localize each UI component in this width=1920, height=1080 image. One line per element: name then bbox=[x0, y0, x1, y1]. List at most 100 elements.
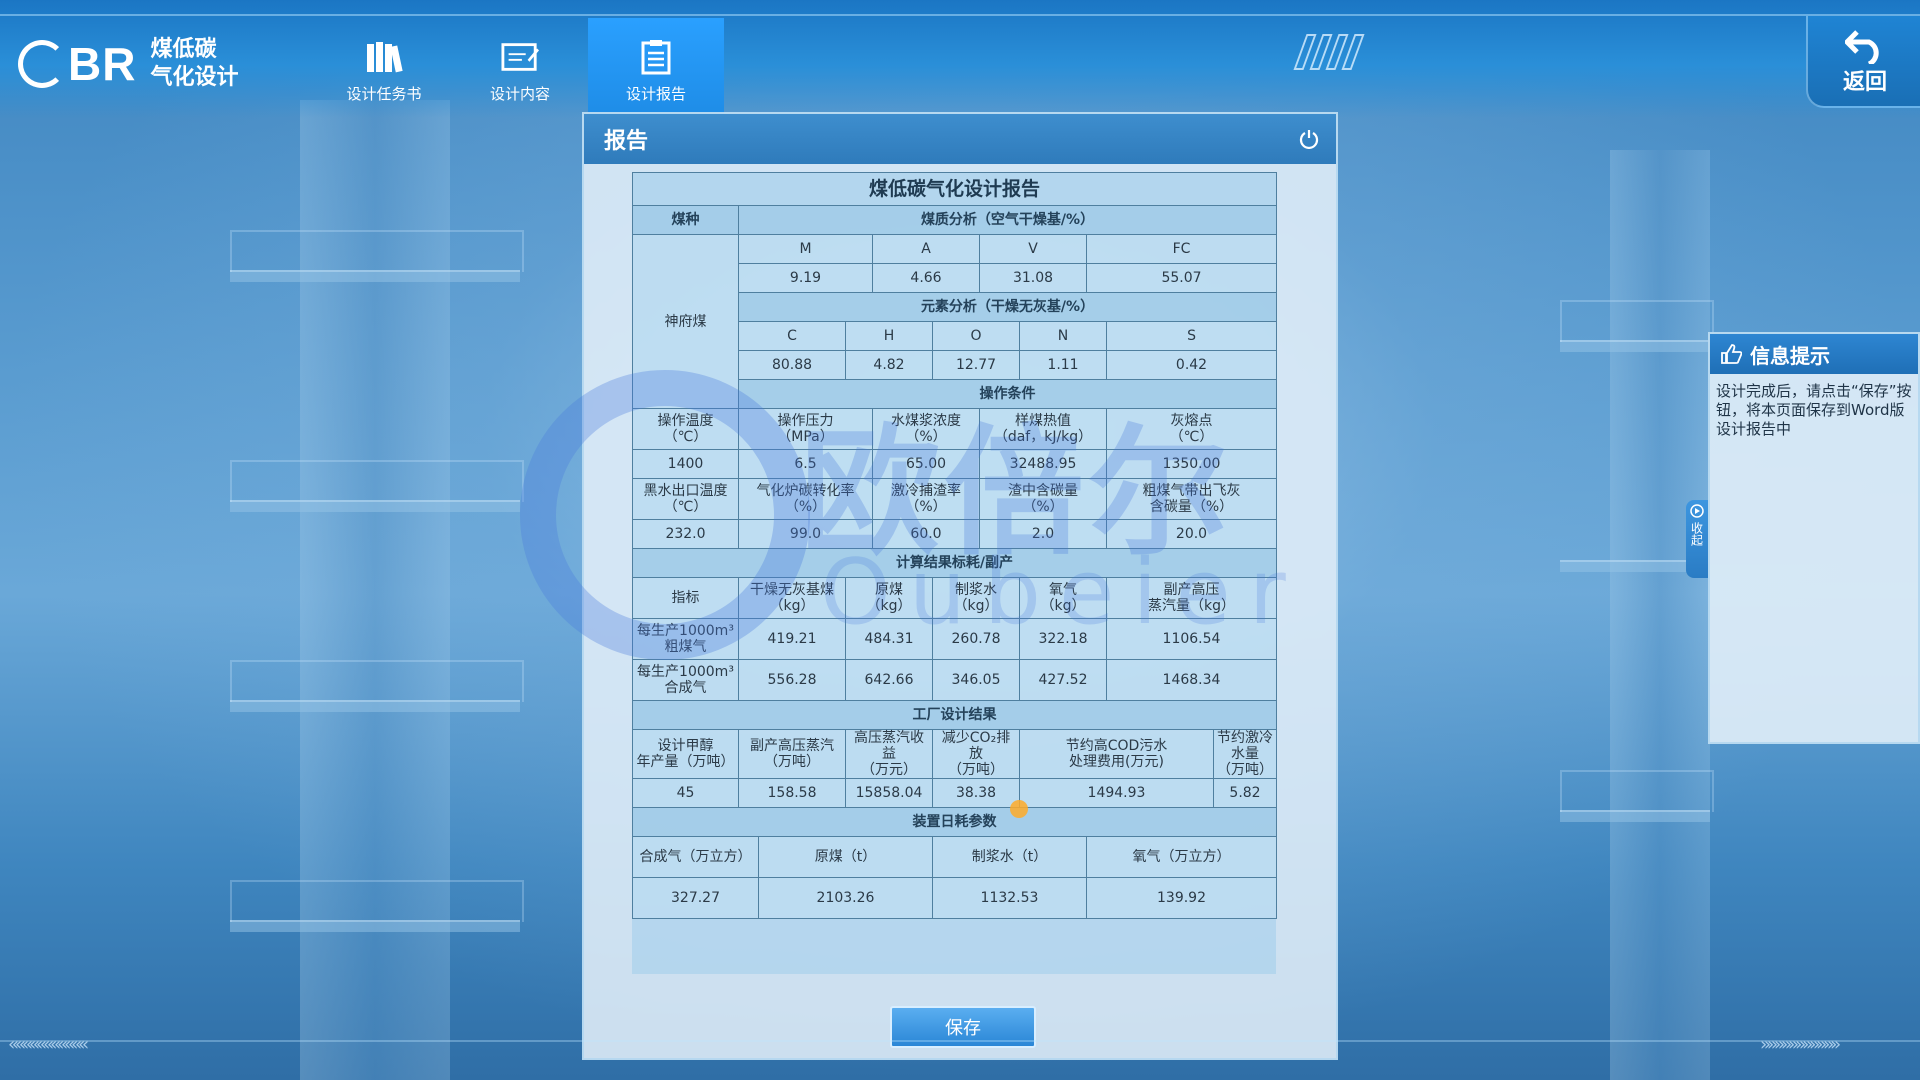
op-val: 6.5 bbox=[738, 449, 873, 479]
proximate-header: 煤质分析（空气干燥基/%） bbox=[737, 205, 1278, 235]
logo-c-mark-icon bbox=[18, 40, 66, 88]
nav-design-task[interactable]: 设计任务书 bbox=[316, 18, 452, 118]
collapse-tab[interactable]: 收起 bbox=[1686, 500, 1708, 578]
nav-label: 设计任务书 bbox=[346, 85, 422, 103]
left-rail bbox=[230, 660, 524, 702]
ultimate-val: 0.42 bbox=[1105, 350, 1278, 380]
calc-val: 556.28 bbox=[738, 659, 846, 701]
report-title: 煤低碳气化设计报告 bbox=[631, 172, 1278, 206]
nav-design-report[interactable]: 设计报告 bbox=[588, 18, 724, 118]
op-val: 32488.95 bbox=[979, 449, 1107, 479]
op-val: 60.0 bbox=[872, 519, 980, 549]
calc-val: 260.78 bbox=[932, 618, 1020, 660]
report-table-container: 煤低碳气化设计报告 煤种 煤质分析（空气干燥基/%） 神府煤 M A V FC … bbox=[631, 172, 1278, 974]
op-val: 20.0 bbox=[1105, 519, 1278, 549]
logo-text: BR bbox=[68, 38, 137, 90]
calc-val: 1106.54 bbox=[1105, 618, 1278, 660]
op-val: 99.0 bbox=[738, 519, 873, 549]
right-rail bbox=[1560, 300, 1714, 342]
plant-val: 38.38 bbox=[932, 778, 1020, 808]
calc-val: 427.52 bbox=[1019, 659, 1107, 701]
document-edit-icon bbox=[501, 39, 539, 75]
ultimate-val: 1.11 bbox=[1019, 350, 1107, 380]
op-label: 样煤热值 （daf，kJ/kg） bbox=[979, 408, 1107, 450]
daily-val: 327.27 bbox=[632, 877, 759, 919]
back-arrow-icon bbox=[1845, 30, 1879, 64]
ultimate-header: 元素分析（干燥无灰基/%） bbox=[737, 292, 1278, 322]
calc-val: 322.18 bbox=[1019, 618, 1107, 660]
app-title: 煤低碳 气化设计 bbox=[150, 36, 238, 92]
daily-val: 2103.26 bbox=[758, 877, 933, 919]
ultimate-col: O bbox=[932, 321, 1020, 351]
proximate-val: 4.66 bbox=[872, 263, 980, 293]
plant-col: 副产高压蒸汽 （万吨） bbox=[738, 729, 846, 779]
calc-val: 484.31 bbox=[845, 618, 933, 660]
ultimate-col: H bbox=[845, 321, 933, 351]
daily-col: 制浆水（t） bbox=[932, 836, 1087, 878]
app-logo: BR 煤低碳 气化设计 bbox=[18, 36, 238, 92]
ultimate-val: 4.82 bbox=[845, 350, 933, 380]
thumbs-up-icon bbox=[1721, 344, 1742, 364]
top-bar bbox=[0, 0, 1920, 118]
plant-val: 5.82 bbox=[1212, 778, 1278, 808]
nav-design-content[interactable]: 设计内容 bbox=[452, 18, 588, 118]
play-circle-icon bbox=[1690, 504, 1704, 518]
calc-row-label: 每生产1000m³ 粗煤气 bbox=[632, 618, 739, 660]
calc-col: 干燥无灰基煤 （kg） bbox=[738, 577, 846, 619]
op-label: 水煤浆浓度 （%） bbox=[872, 408, 980, 450]
op-val: 65.00 bbox=[872, 449, 980, 479]
op-val: 1350.00 bbox=[1105, 449, 1278, 479]
plant-col: 设计甲醇 年产量（万吨） bbox=[632, 729, 739, 779]
plant-col: 减少CO₂排放 （万吨） bbox=[932, 729, 1020, 779]
calc-index-label: 指标 bbox=[632, 577, 739, 619]
left-chevrons-icon: ««««««««««« bbox=[8, 1034, 89, 1055]
calc-header: 计算结果标耗/副产 bbox=[631, 548, 1278, 578]
nav-label: 设计报告 bbox=[625, 85, 686, 103]
op-label: 操作压力 （MPa） bbox=[738, 408, 873, 450]
left-rail bbox=[230, 230, 524, 272]
calc-col: 氧气 （kg） bbox=[1019, 577, 1107, 619]
daily-col: 原煤（t） bbox=[758, 836, 933, 878]
plant-val: 45 bbox=[632, 778, 739, 808]
clipboard-icon bbox=[637, 39, 675, 75]
calc-val: 642.66 bbox=[845, 659, 933, 701]
calc-val: 419.21 bbox=[738, 618, 846, 660]
info-header: 信息提示 bbox=[1710, 334, 1918, 374]
power-icon[interactable] bbox=[1298, 128, 1320, 150]
proximate-col: A bbox=[872, 234, 980, 264]
collapse-label: 收起 bbox=[1689, 522, 1704, 546]
info-text: 设计完成后，请点击“保存”按钮，将本页面保存到Word版设计报告中 bbox=[1716, 382, 1912, 438]
proximate-col: FC bbox=[1085, 234, 1278, 264]
calc-col: 制浆水 （kg） bbox=[932, 577, 1020, 619]
info-panel: 信息提示 设计完成后，请点击“保存”按钮，将本页面保存到Word版设计报告中 bbox=[1708, 332, 1920, 744]
op-label: 灰熔点 （℃） bbox=[1105, 408, 1278, 450]
cursor-highlight bbox=[1010, 800, 1028, 818]
right-chevrons-icon: »»»»»»»»»»» bbox=[1760, 1034, 1841, 1055]
op-label: 气化炉碳转化率 （%） bbox=[738, 478, 873, 520]
op-label: 渣中含碳量 （%） bbox=[979, 478, 1107, 520]
coal-type-header: 煤种 bbox=[632, 205, 739, 235]
plant-col: 节约激冷水量 （万吨） bbox=[1212, 729, 1278, 779]
top-bar-line bbox=[0, 14, 1920, 16]
report-panel: 报告 煤低碳气化设计报告 煤种 煤质分析（空气干燥基/%） 神府煤 M A V … bbox=[582, 112, 1338, 1060]
plant-val: 1494.93 bbox=[1019, 778, 1214, 808]
operating-header: 操作条件 bbox=[737, 379, 1278, 409]
plant-col: 节约高COD污水 处理费用(万元) bbox=[1019, 729, 1214, 779]
back-button[interactable]: 返回 bbox=[1806, 16, 1920, 108]
op-val: 232.0 bbox=[632, 519, 739, 549]
bottom-line bbox=[0, 1040, 1920, 1042]
plant-header: 工厂设计结果 bbox=[631, 700, 1278, 730]
app-title-line1: 煤低碳 bbox=[150, 37, 217, 62]
op-label: 黑水出口温度 （℃） bbox=[632, 478, 739, 520]
op-label: 激冷捕渣率 （%） bbox=[872, 478, 980, 520]
op-val: 2.0 bbox=[979, 519, 1107, 549]
app-title-line2: 气化设计 bbox=[150, 65, 239, 90]
report-table: 煤低碳气化设计报告 煤种 煤质分析（空气干燥基/%） 神府煤 M A V FC … bbox=[631, 172, 1278, 919]
plant-val: 15858.04 bbox=[845, 778, 933, 808]
calc-row-label: 每生产1000m³ 合成气 bbox=[632, 659, 739, 701]
op-label: 粗煤气带出飞灰 含碳量（%） bbox=[1105, 478, 1278, 520]
proximate-val: 9.19 bbox=[738, 263, 873, 293]
proximate-val: 31.08 bbox=[979, 263, 1087, 293]
books-icon bbox=[365, 39, 403, 75]
ultimate-col: N bbox=[1019, 321, 1107, 351]
